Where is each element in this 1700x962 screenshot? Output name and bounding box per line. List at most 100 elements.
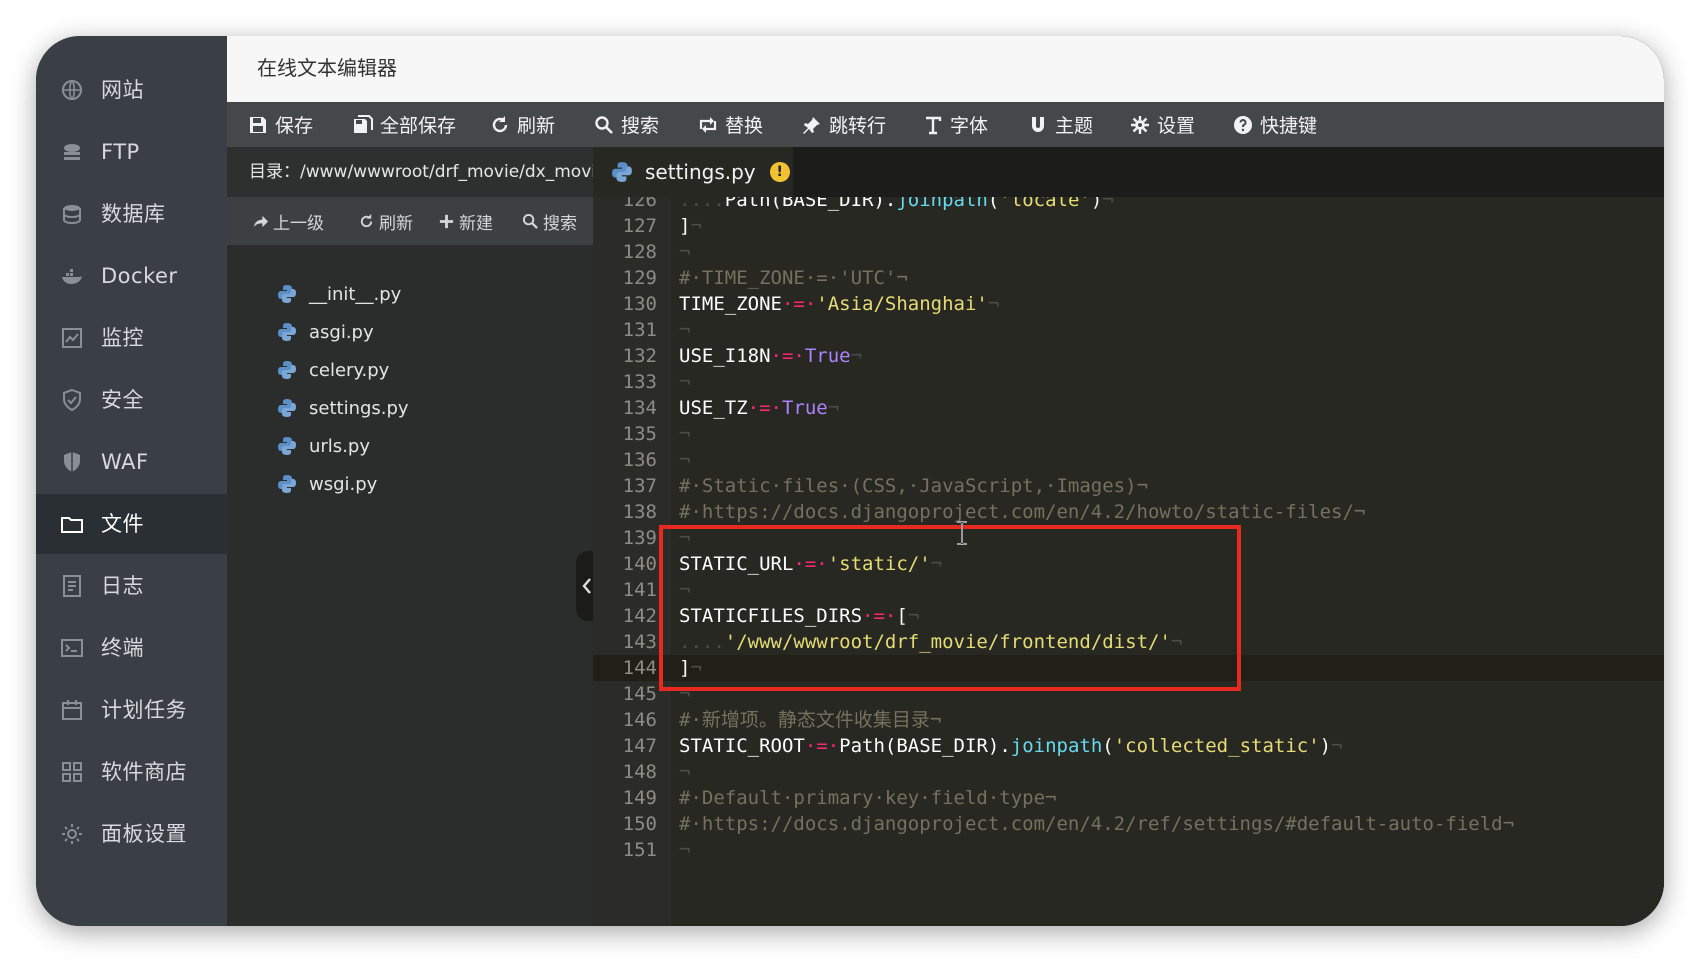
sidebar-item-docker[interactable]: Docker <box>36 246 227 306</box>
line-number: 143 <box>622 631 657 653</box>
refresh-files-button[interactable]: 刷新 <box>357 197 413 245</box>
refresh-icon <box>357 212 375 230</box>
file-panel: 目录：/www/wwwroot/drf_movie/dx_movi... 上一级… <box>227 147 612 926</box>
monitor-icon <box>60 326 84 350</box>
sidebar-item-label: 终端 <box>101 636 144 660</box>
sidebar-item-app-store[interactable]: 软件商店 <box>36 742 227 802</box>
sidebar-item-monitor[interactable]: 监控 <box>36 308 227 368</box>
tab-settings-py[interactable]: settings.py ! <box>593 147 793 200</box>
goto-line-button[interactable]: 跳转行 <box>801 102 886 147</box>
sidebar-item-database[interactable]: 数据库 <box>36 184 227 244</box>
sidebar-item-logs[interactable]: 日志 <box>36 556 227 616</box>
sidebar-item-security[interactable]: 安全 <box>36 370 227 430</box>
sidebar-item-label: 计划任务 <box>101 698 187 722</box>
replace-label: 替换 <box>725 115 764 137</box>
file-item[interactable]: asgi.py <box>277 315 374 349</box>
theme-button[interactable]: 主题 <box>1027 102 1093 147</box>
file-name: asgi.py <box>309 321 374 343</box>
file-item[interactable]: __init__.py <box>277 277 401 311</box>
line-number: 137 <box>622 475 657 497</box>
line-number: 141 <box>622 579 657 601</box>
refresh-files-label: 刷新 <box>379 213 413 234</box>
globe-icon <box>60 78 84 102</box>
code-comment: #·https://docs.djangoproject.com/en/4.2/… <box>679 813 1515 835</box>
line-number: 130 <box>622 293 657 315</box>
line-number: 149 <box>622 787 657 809</box>
file-name: urls.py <box>309 435 370 457</box>
line-number: 132 <box>622 345 657 367</box>
save-button[interactable]: 保存 <box>247 102 313 147</box>
code-comment: #·Static·files·(CSS,·JavaScript,·Images)… <box>679 475 1148 497</box>
search-button[interactable]: 搜索 <box>593 102 659 147</box>
line-number: 136 <box>622 449 657 471</box>
python-file-icon <box>278 285 296 303</box>
refresh-button[interactable]: 刷新 <box>489 102 555 147</box>
replace-button[interactable]: 替换 <box>697 102 763 147</box>
settings-button[interactable]: 设置 <box>1129 102 1195 147</box>
line-number: 126 <box>622 197 657 211</box>
code-comment: #·新增项。静态文件收集目录¬ <box>679 709 942 731</box>
sidebar-item-website[interactable]: 网站 <box>36 60 227 120</box>
line-number: 151 <box>622 839 657 861</box>
code-line: TIME_ZONE·=·'Asia/Shanghai'¬ <box>679 293 1000 315</box>
unsaved-warning-icon: ! <box>769 162 790 182</box>
sidebar-item-label: 面板设置 <box>101 822 187 846</box>
save-all-icon <box>352 114 374 136</box>
line-number: 131 <box>622 319 657 341</box>
code-line: USE_TZ·=·True¬ <box>679 397 840 419</box>
apps-grid-icon <box>60 760 84 784</box>
sidebar-item-label: 日志 <box>101 574 144 598</box>
line-number: 129 <box>622 267 657 289</box>
help-icon <box>1232 114 1254 136</box>
editor-title: 在线文本编辑器 <box>257 56 397 80</box>
file-actions: 上一级 刷新 新建 搜索 <box>227 197 593 245</box>
code-line: ¬ <box>679 319 691 341</box>
shield-icon <box>60 388 84 412</box>
code-line: USE_I18N·=·True¬ <box>679 345 863 367</box>
sidebar-item-label: 安全 <box>101 388 144 412</box>
file-item[interactable]: celery.py <box>277 353 389 387</box>
file-item[interactable]: wsgi.py <box>277 467 377 501</box>
code-editor[interactable]: 126 127 128 129 130 131 132 133 134 135 … <box>593 197 1664 926</box>
code-line: ¬ <box>679 241 691 263</box>
sidebar-item-cron[interactable]: 计划任务 <box>36 680 227 740</box>
plus-icon <box>437 212 455 230</box>
search-files-button[interactable]: 搜索 <box>521 197 577 245</box>
new-file-button[interactable]: 新建 <box>437 197 493 245</box>
chevron-left-icon <box>582 578 591 594</box>
highlight-annotation-box <box>659 525 1241 691</box>
sidebar-item-panel-settings[interactable]: 面板设置 <box>36 804 227 864</box>
file-item[interactable]: urls.py <box>277 429 370 463</box>
sidebar-item-waf[interactable]: WAF <box>36 432 227 492</box>
code-line: STATIC_ROOT·=·Path(BASE_DIR).joinpath('c… <box>679 735 1343 757</box>
font-button[interactable]: 字体 <box>922 102 988 147</box>
python-file-icon <box>278 475 296 493</box>
tab-label: settings.py <box>645 160 756 184</box>
sidebar-item-terminal[interactable]: 终端 <box>36 618 227 678</box>
sidebar-item-files[interactable]: 文件 <box>36 494 227 554</box>
font-icon <box>922 114 944 136</box>
directory-path: 目录：/www/wwwroot/drf_movie/dx_movi... <box>227 147 612 197</box>
line-number: 146 <box>622 709 657 731</box>
folder-icon <box>60 512 84 536</box>
pin-icon <box>801 114 823 136</box>
save-all-button[interactable]: 全部保存 <box>352 102 456 147</box>
line-number: 134 <box>622 397 657 419</box>
parent-dir-button[interactable]: 上一级 <box>251 197 324 245</box>
shortcuts-button[interactable]: 快捷键 <box>1232 102 1317 147</box>
line-number: 145 <box>622 683 657 705</box>
code-line: ....Path(BASE_DIR).joinpath('locale')¬ <box>679 197 1114 211</box>
line-number: 133 <box>622 371 657 393</box>
save-label: 保存 <box>275 115 314 137</box>
sidebar-item-ftp[interactable]: FTP <box>36 122 227 182</box>
goto-line-label: 跳转行 <box>829 115 887 137</box>
code-line: ¬ <box>679 761 691 783</box>
sidebar-item-label: Docker <box>101 264 178 288</box>
gear-icon <box>60 822 84 846</box>
font-label: 字体 <box>950 115 989 137</box>
line-number: 138 <box>622 501 657 523</box>
editor-titlebar: 在线文本编辑器 <box>227 36 1664 103</box>
code-line: ]¬ <box>679 215 702 237</box>
python-file-icon <box>612 162 632 182</box>
file-item[interactable]: settings.py <box>277 391 409 425</box>
